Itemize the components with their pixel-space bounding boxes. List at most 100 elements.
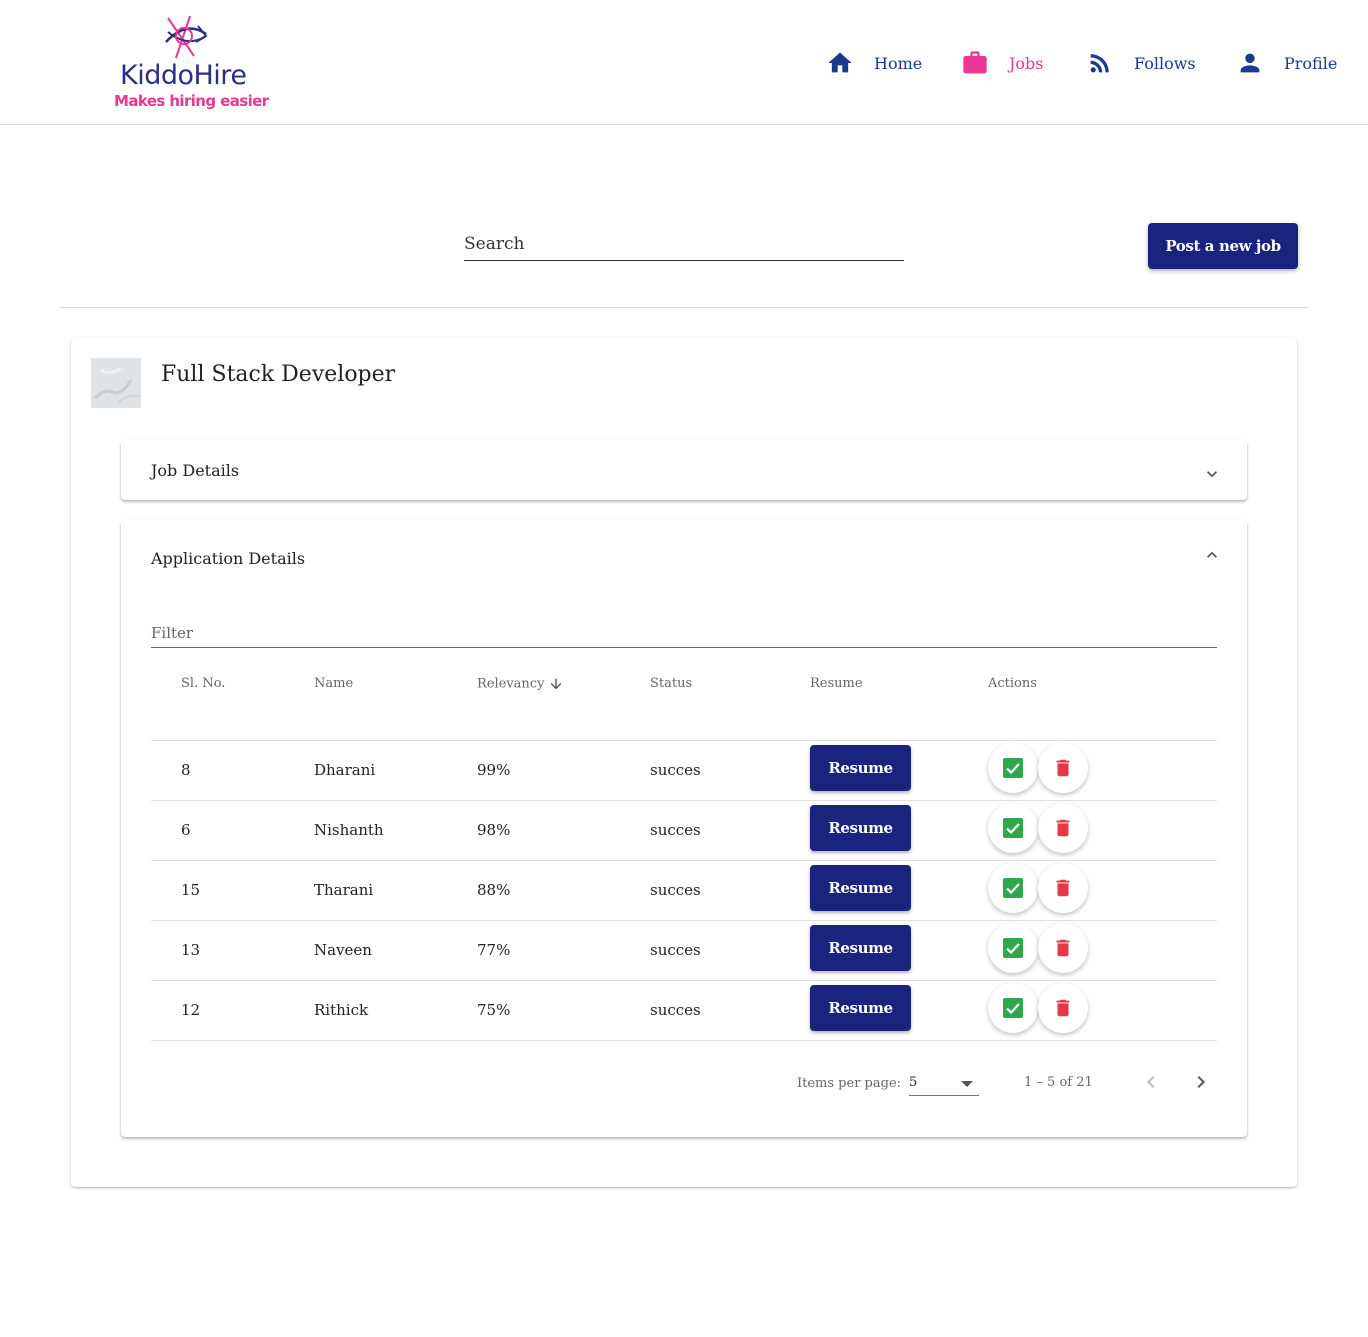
- check-box-icon: [1003, 998, 1023, 1018]
- trash-icon: [1056, 999, 1070, 1017]
- job-thumbnail: [91, 358, 141, 408]
- trash-icon: [1056, 939, 1070, 957]
- cell-relevancy: 75%: [477, 1001, 511, 1019]
- approve-button[interactable]: [988, 863, 1038, 913]
- approve-button[interactable]: [988, 743, 1038, 793]
- delete-button[interactable]: [1038, 743, 1088, 793]
- nav-profile-label: Profile: [1284, 53, 1338, 73]
- delete-button[interactable]: [1038, 983, 1088, 1033]
- nav-home[interactable]: Home: [826, 48, 922, 78]
- rss-feed-icon: [1090, 54, 1109, 73]
- cell-name: Nishanth: [314, 821, 384, 839]
- nav-follows-label: Follows: [1134, 53, 1196, 73]
- resume-button[interactable]: Resume: [810, 925, 911, 971]
- delete-button[interactable]: [1038, 923, 1088, 973]
- column-header-relevancy-label: Relevancy: [477, 676, 545, 692]
- cell-status: succes: [650, 881, 701, 899]
- cell-status: succes: [650, 821, 701, 839]
- nav-follows[interactable]: Follows: [1086, 48, 1196, 78]
- approve-button[interactable]: [988, 803, 1038, 853]
- column-header-status[interactable]: Status: [650, 676, 692, 691]
- job-title: Full Stack Developer: [161, 362, 396, 387]
- app-header: KiddoHire Makes hiring easier Home Jobs …: [0, 0, 1368, 125]
- resume-button[interactable]: Resume: [810, 745, 911, 791]
- trash-icon: [1056, 819, 1070, 837]
- delete-button[interactable]: [1038, 863, 1088, 913]
- column-header-relevancy[interactable]: Relevancy: [477, 676, 564, 692]
- table-row: 8 Dharani 99% succes Resume: [151, 741, 1217, 801]
- cell-sl-no: 6: [181, 821, 191, 839]
- filter-input[interactable]: [151, 619, 1217, 647]
- search-field[interactable]: [464, 228, 904, 261]
- cell-relevancy: 77%: [477, 941, 511, 959]
- job-image-icon: [91, 358, 141, 408]
- chevron-down-icon[interactable]: [1202, 464, 1222, 484]
- nav-profile[interactable]: Profile: [1236, 48, 1337, 78]
- check-box-icon: [1003, 938, 1023, 958]
- job-details-panel[interactable]: Job Details: [121, 440, 1247, 500]
- section-divider: [59, 307, 1308, 308]
- check-box-icon: [1003, 818, 1023, 838]
- items-per-page-label: Items per page:: [797, 1076, 902, 1091]
- delete-button[interactable]: [1038, 803, 1088, 853]
- approve-button[interactable]: [988, 983, 1038, 1033]
- dropdown-caret-icon: [961, 1081, 973, 1087]
- nav-jobs[interactable]: Jobs: [961, 48, 1044, 78]
- cell-relevancy: 99%: [477, 761, 511, 779]
- items-per-page-value: 5: [909, 1075, 918, 1090]
- cell-name: Rithick: [314, 1001, 369, 1019]
- check-box-icon: [1003, 878, 1023, 898]
- sort-arrow-down-icon: [551, 678, 562, 690]
- application-details-title[interactable]: Application Details: [151, 549, 305, 568]
- cell-status: succes: [650, 761, 701, 779]
- next-page-icon[interactable]: [1189, 1070, 1213, 1094]
- nav-home-label: Home: [874, 53, 923, 73]
- chevron-up-icon[interactable]: [1202, 545, 1222, 565]
- home-icon: [828, 52, 852, 73]
- kiddohire-logo[interactable]: KiddoHire Makes hiring easier: [112, 12, 272, 116]
- resume-button[interactable]: Resume: [810, 985, 911, 1031]
- previous-page-icon[interactable]: [1139, 1070, 1163, 1094]
- search-input[interactable]: [464, 228, 904, 260]
- filter-field[interactable]: [151, 619, 1217, 648]
- column-header-name[interactable]: Name: [314, 676, 353, 691]
- trash-icon: [1056, 759, 1070, 777]
- job-details-title: Job Details: [151, 461, 240, 480]
- person-icon: [1240, 53, 1260, 73]
- cell-status: succes: [650, 1001, 701, 1019]
- approve-button[interactable]: [988, 923, 1038, 973]
- brand-name: KiddoHire: [120, 60, 247, 91]
- resume-button[interactable]: Resume: [810, 805, 911, 851]
- cell-name: Dharani: [314, 761, 376, 779]
- column-header-actions: Actions: [988, 676, 1037, 691]
- table-row: 13 Naveen 77% succes Resume: [151, 921, 1217, 981]
- trash-icon: [1056, 879, 1070, 897]
- cell-sl-no: 15: [181, 881, 201, 899]
- cell-sl-no: 12: [181, 1001, 201, 1019]
- resume-button[interactable]: Resume: [810, 865, 911, 911]
- items-per-page-select[interactable]: 5: [909, 1072, 979, 1096]
- table-row: 6 Nishanth 98% succes Resume: [151, 801, 1217, 861]
- check-box-icon: [1003, 758, 1023, 778]
- cell-sl-no: 8: [181, 761, 191, 779]
- logo-mark-icon: [165, 15, 208, 59]
- column-header-sl-no[interactable]: Sl. No.: [181, 676, 225, 691]
- nav-jobs-label: Jobs: [1009, 53, 1044, 73]
- cell-name: Naveen: [314, 941, 372, 959]
- briefcase-icon: [963, 51, 987, 74]
- cell-name: Tharani: [314, 881, 374, 899]
- applications-table-body: 8 Dharani 99% succes Resume 6 Nishanth 9…: [151, 740, 1217, 1041]
- brand-tagline: Makes hiring easier: [114, 92, 269, 110]
- cell-relevancy: 88%: [477, 881, 511, 899]
- cell-relevancy: 98%: [477, 821, 511, 839]
- column-header-resume: Resume: [810, 676, 863, 691]
- table-row: 15 Tharani 88% succes Resume: [151, 861, 1217, 921]
- page-range-label: 1 – 5 of 21: [1024, 1075, 1093, 1090]
- post-new-job-button[interactable]: Post a new job: [1148, 223, 1298, 269]
- application-details-panel: Application Details Sl. No. Name Relevan…: [121, 520, 1247, 1137]
- cell-status: succes: [650, 941, 701, 959]
- cell-sl-no: 13: [181, 941, 201, 959]
- paginator: Items per page: 5 1 – 5 of 21: [121, 1056, 1247, 1106]
- table-row: 12 Rithick 75% succes Resume: [151, 981, 1217, 1041]
- job-card: Full Stack Developer Job Details Applica…: [71, 338, 1297, 1187]
